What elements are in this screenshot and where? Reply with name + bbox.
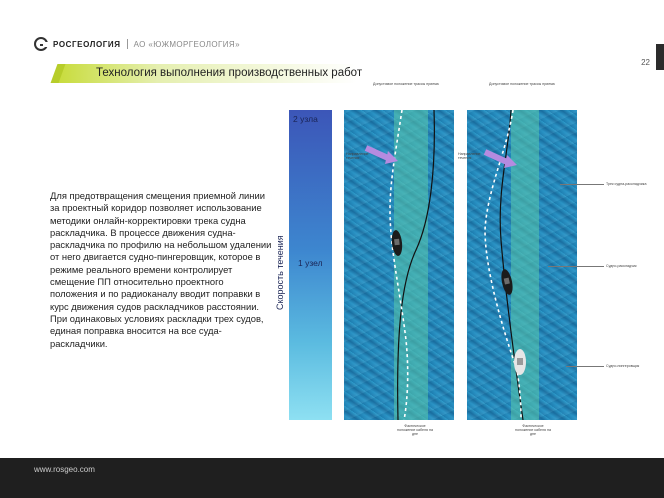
header: РОСГЕОЛОГИЯ АО «ЮЖМОРГЕОЛОГИЯ» xyxy=(34,36,240,52)
side-label-layer-vessel: Судно-раскладчик xyxy=(606,264,637,268)
title-bar: Технология выполнения производственных р… xyxy=(58,64,390,83)
speed-label-2-knots: 2 узла xyxy=(293,114,318,124)
side-label-vessel-track: Трек судна-раскладчика xyxy=(606,182,647,186)
body-paragraph-2: При одинаковых условиях раскладки трех с… xyxy=(50,312,264,349)
speed-label-1-knot: 1 узел xyxy=(298,258,323,268)
leader-line xyxy=(560,184,604,185)
brand-name: РОСГЕОЛОГИЯ xyxy=(53,39,121,49)
pinger-vessel xyxy=(514,349,526,375)
speed-axis-label: Скорость течения xyxy=(275,235,285,310)
leader-line xyxy=(566,366,604,367)
company-name: АО «ЮЖМОРГЕОЛОГИЯ» xyxy=(133,39,240,49)
vessel-track xyxy=(397,110,435,420)
allowed-route-annotation-right: Допустимое положение трассы приема xyxy=(489,82,555,86)
layer-vessel xyxy=(391,230,403,256)
allowed-route-annotation-left: Допустимое положение трассы приема xyxy=(373,82,439,86)
footer-link[interactable]: www.rosgeo.com xyxy=(34,465,95,474)
footer: www.rosgeo.com xyxy=(0,458,664,498)
layer-vessel xyxy=(501,269,513,295)
current-annotation-right: Направление течения xyxy=(458,152,481,161)
side-label-pinger-vessel: Судно-пингеровщик xyxy=(606,364,640,368)
cable-annotation-right: Фактическое положение кабеля на дне xyxy=(515,424,551,437)
leader-line xyxy=(548,266,604,267)
current-direction-arrow xyxy=(483,149,509,165)
edge-tab xyxy=(656,44,664,70)
cable-annotation-left: Фактическое положение кабеля на дне xyxy=(397,424,433,437)
rosgeo-logo-icon xyxy=(34,37,48,51)
page-number: 22 xyxy=(641,58,650,67)
page-title: Технология выполнения производственных р… xyxy=(96,67,363,79)
current-annotation-left: Направление течения xyxy=(346,152,369,161)
body-text: Для предотвращения смещения приемной лин… xyxy=(50,190,272,350)
body-paragraph-1: Для предотвращения смещения приемной лин… xyxy=(50,190,272,312)
brand-divider xyxy=(126,39,128,49)
